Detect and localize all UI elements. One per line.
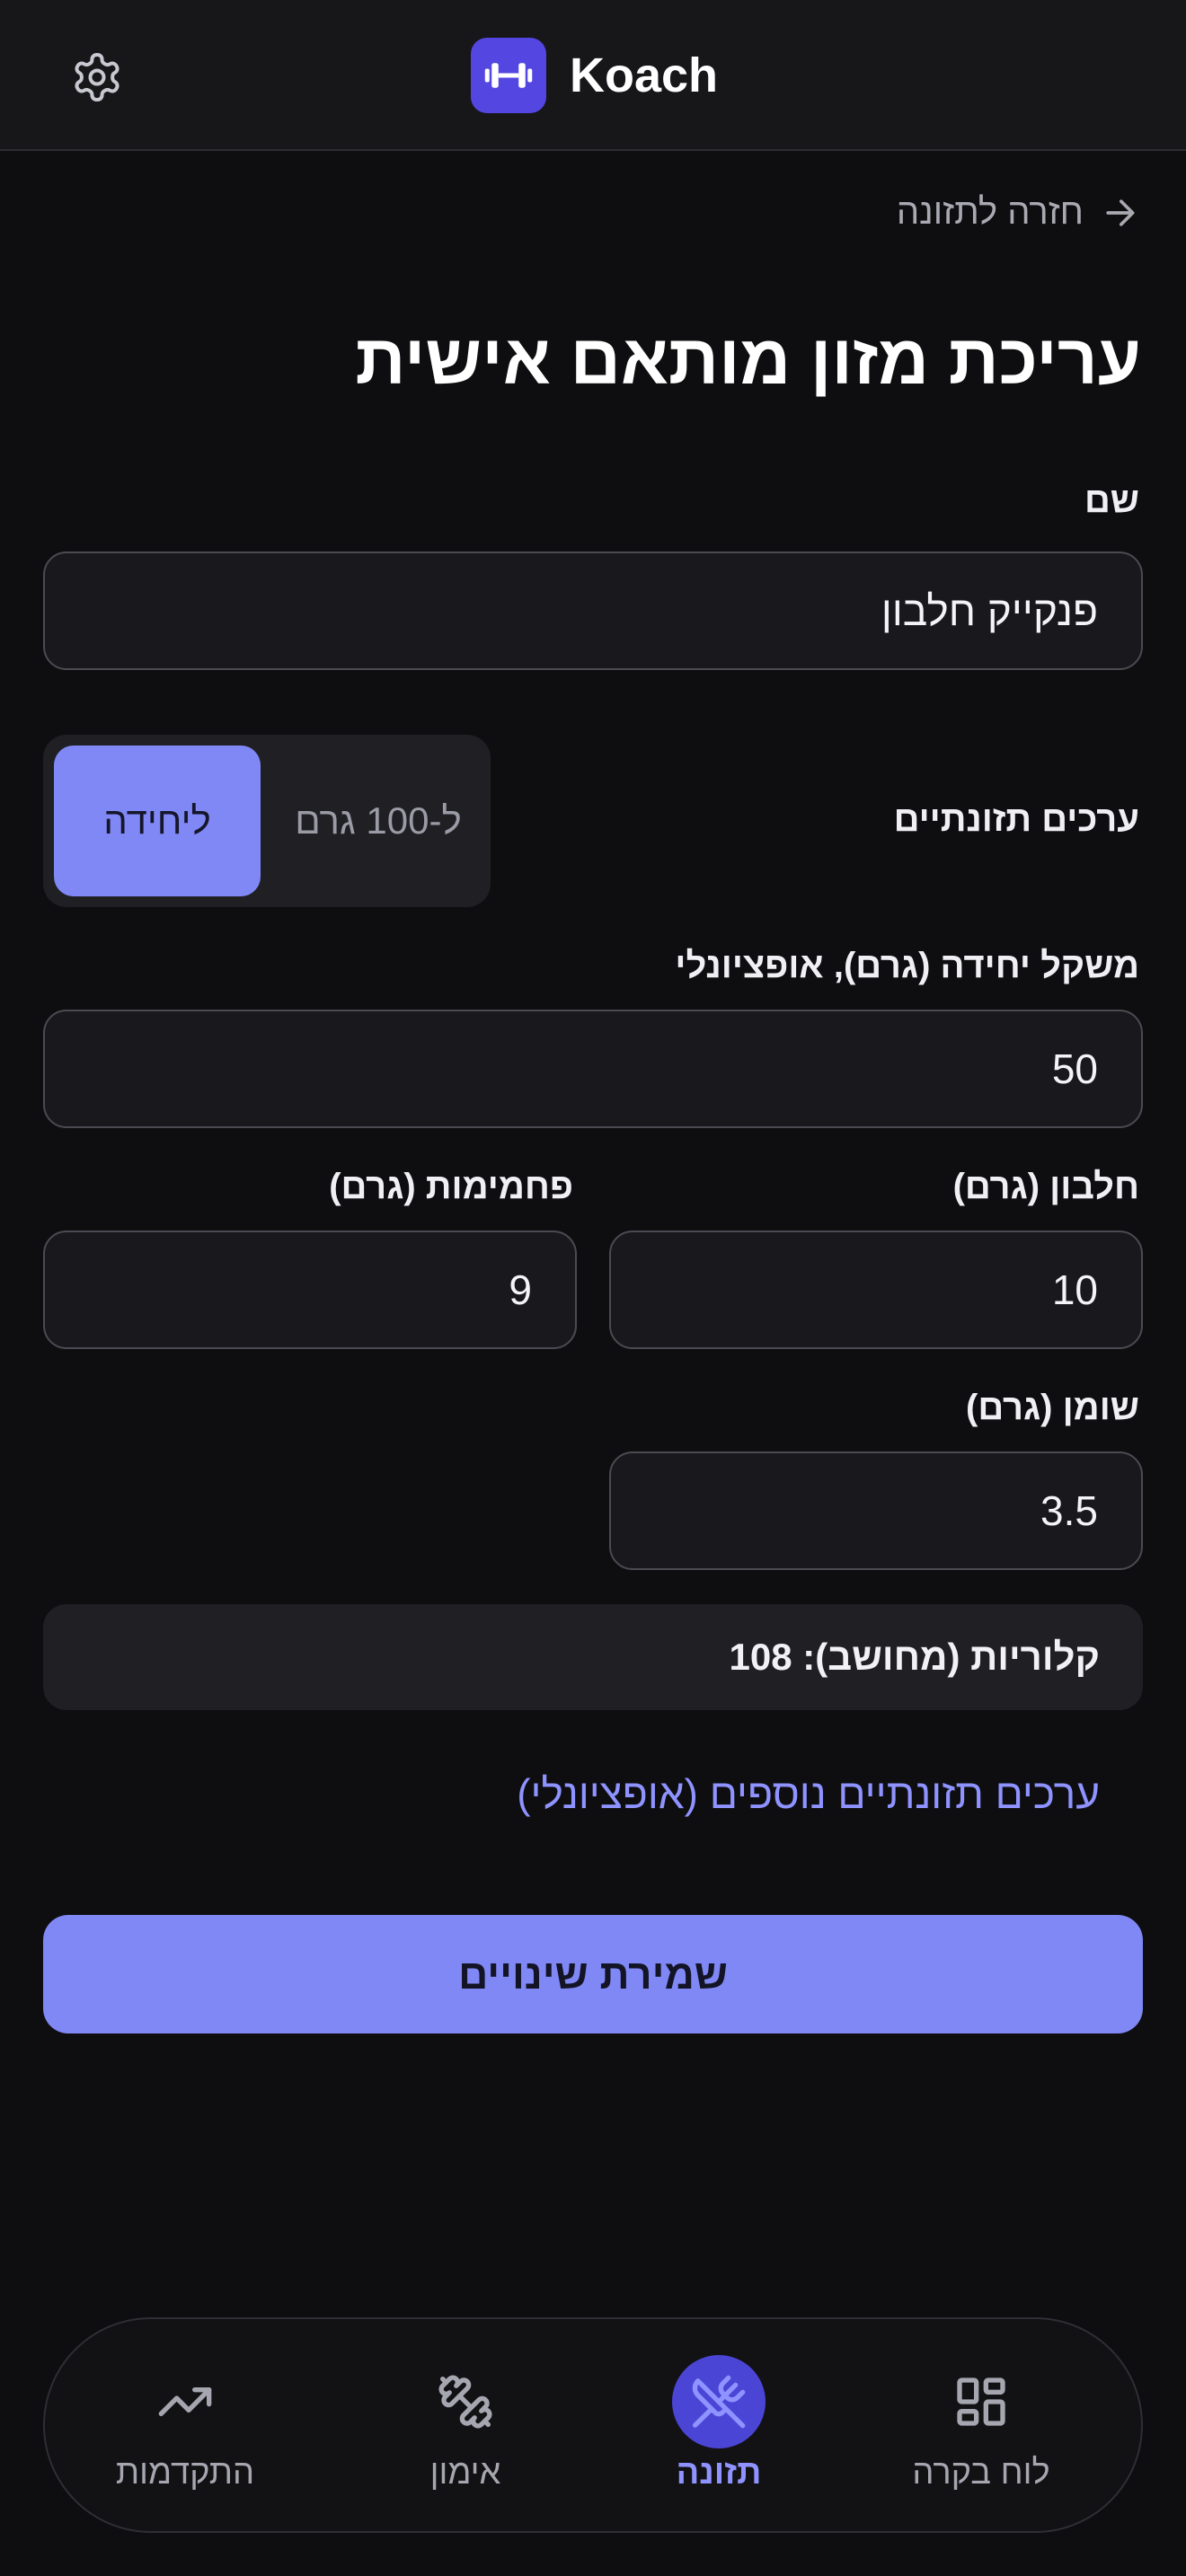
unit-weight-label: משקל יחידה (גרם), אופציונלי xyxy=(675,946,1139,985)
trending-up-icon xyxy=(138,2355,232,2448)
nav-label-progress: התקדמות xyxy=(115,2454,255,2492)
arrow-right-icon xyxy=(1106,198,1135,226)
name-input[interactable]: פנקייק חלבון xyxy=(43,551,1143,670)
protein-label: חלבון (גרם) xyxy=(952,1167,1139,1206)
page-title: עריכת מזון מותאם אישית xyxy=(355,320,1141,399)
bottom-nav: התקדמות אימון תזונה לוח בקרה xyxy=(43,2317,1143,2533)
calculated-calories: קלוריות (מחושב): 108 xyxy=(43,1604,1143,1710)
per-100g-option[interactable]: ל-100 גרם xyxy=(279,745,478,896)
fork-knife-icon xyxy=(672,2355,766,2448)
nav-item-nutrition[interactable]: תזונה xyxy=(584,2319,854,2535)
nav-label-nutrition: תזונה xyxy=(676,2454,762,2492)
app-brand: Koach xyxy=(471,38,718,113)
back-to-nutrition-link[interactable]: חזרה לתזונה xyxy=(897,192,1139,233)
app-name: Koach xyxy=(570,49,719,102)
name-label: שם xyxy=(1084,481,1139,520)
nav-item-progress[interactable]: התקדמות xyxy=(50,2319,320,2535)
carbs-input[interactable]: 9 xyxy=(43,1231,577,1349)
more-nutrition-values-link[interactable]: ערכים תזונתיים נוספים (אופציונלי) xyxy=(517,1769,1100,1818)
nav-label-dashboard: לוח בקרה xyxy=(912,2454,1050,2492)
dumbbell-icon xyxy=(419,2355,512,2448)
grid-icon xyxy=(934,2355,1028,2448)
nav-item-dashboard[interactable]: לוח בקרה xyxy=(846,2319,1116,2535)
nutrition-basis-toggle: ליחידה ל-100 גרם xyxy=(43,735,491,907)
back-link-label: חזרה לתזונה xyxy=(896,192,1084,232)
unit-weight-input[interactable]: 50 xyxy=(43,1010,1143,1128)
nav-item-workout[interactable]: אימון xyxy=(331,2319,600,2535)
fat-input[interactable]: 3.5 xyxy=(609,1451,1143,1570)
per-unit-option[interactable]: ליחידה xyxy=(54,745,261,896)
protein-input[interactable]: 10 xyxy=(609,1231,1143,1349)
nav-label-workout: אימון xyxy=(429,2454,501,2492)
top-header: Koach xyxy=(0,0,1186,151)
fat-label: שומן (גרם) xyxy=(966,1388,1139,1427)
save-changes-button[interactable]: שמירת שינויים xyxy=(43,1915,1143,2033)
dumbbell-icon xyxy=(471,38,546,113)
carbs-label: פחמימות (גרם) xyxy=(329,1167,573,1206)
nutrition-values-label: ערכים תזונתיים xyxy=(893,799,1139,839)
gear-icon[interactable] xyxy=(70,50,124,104)
